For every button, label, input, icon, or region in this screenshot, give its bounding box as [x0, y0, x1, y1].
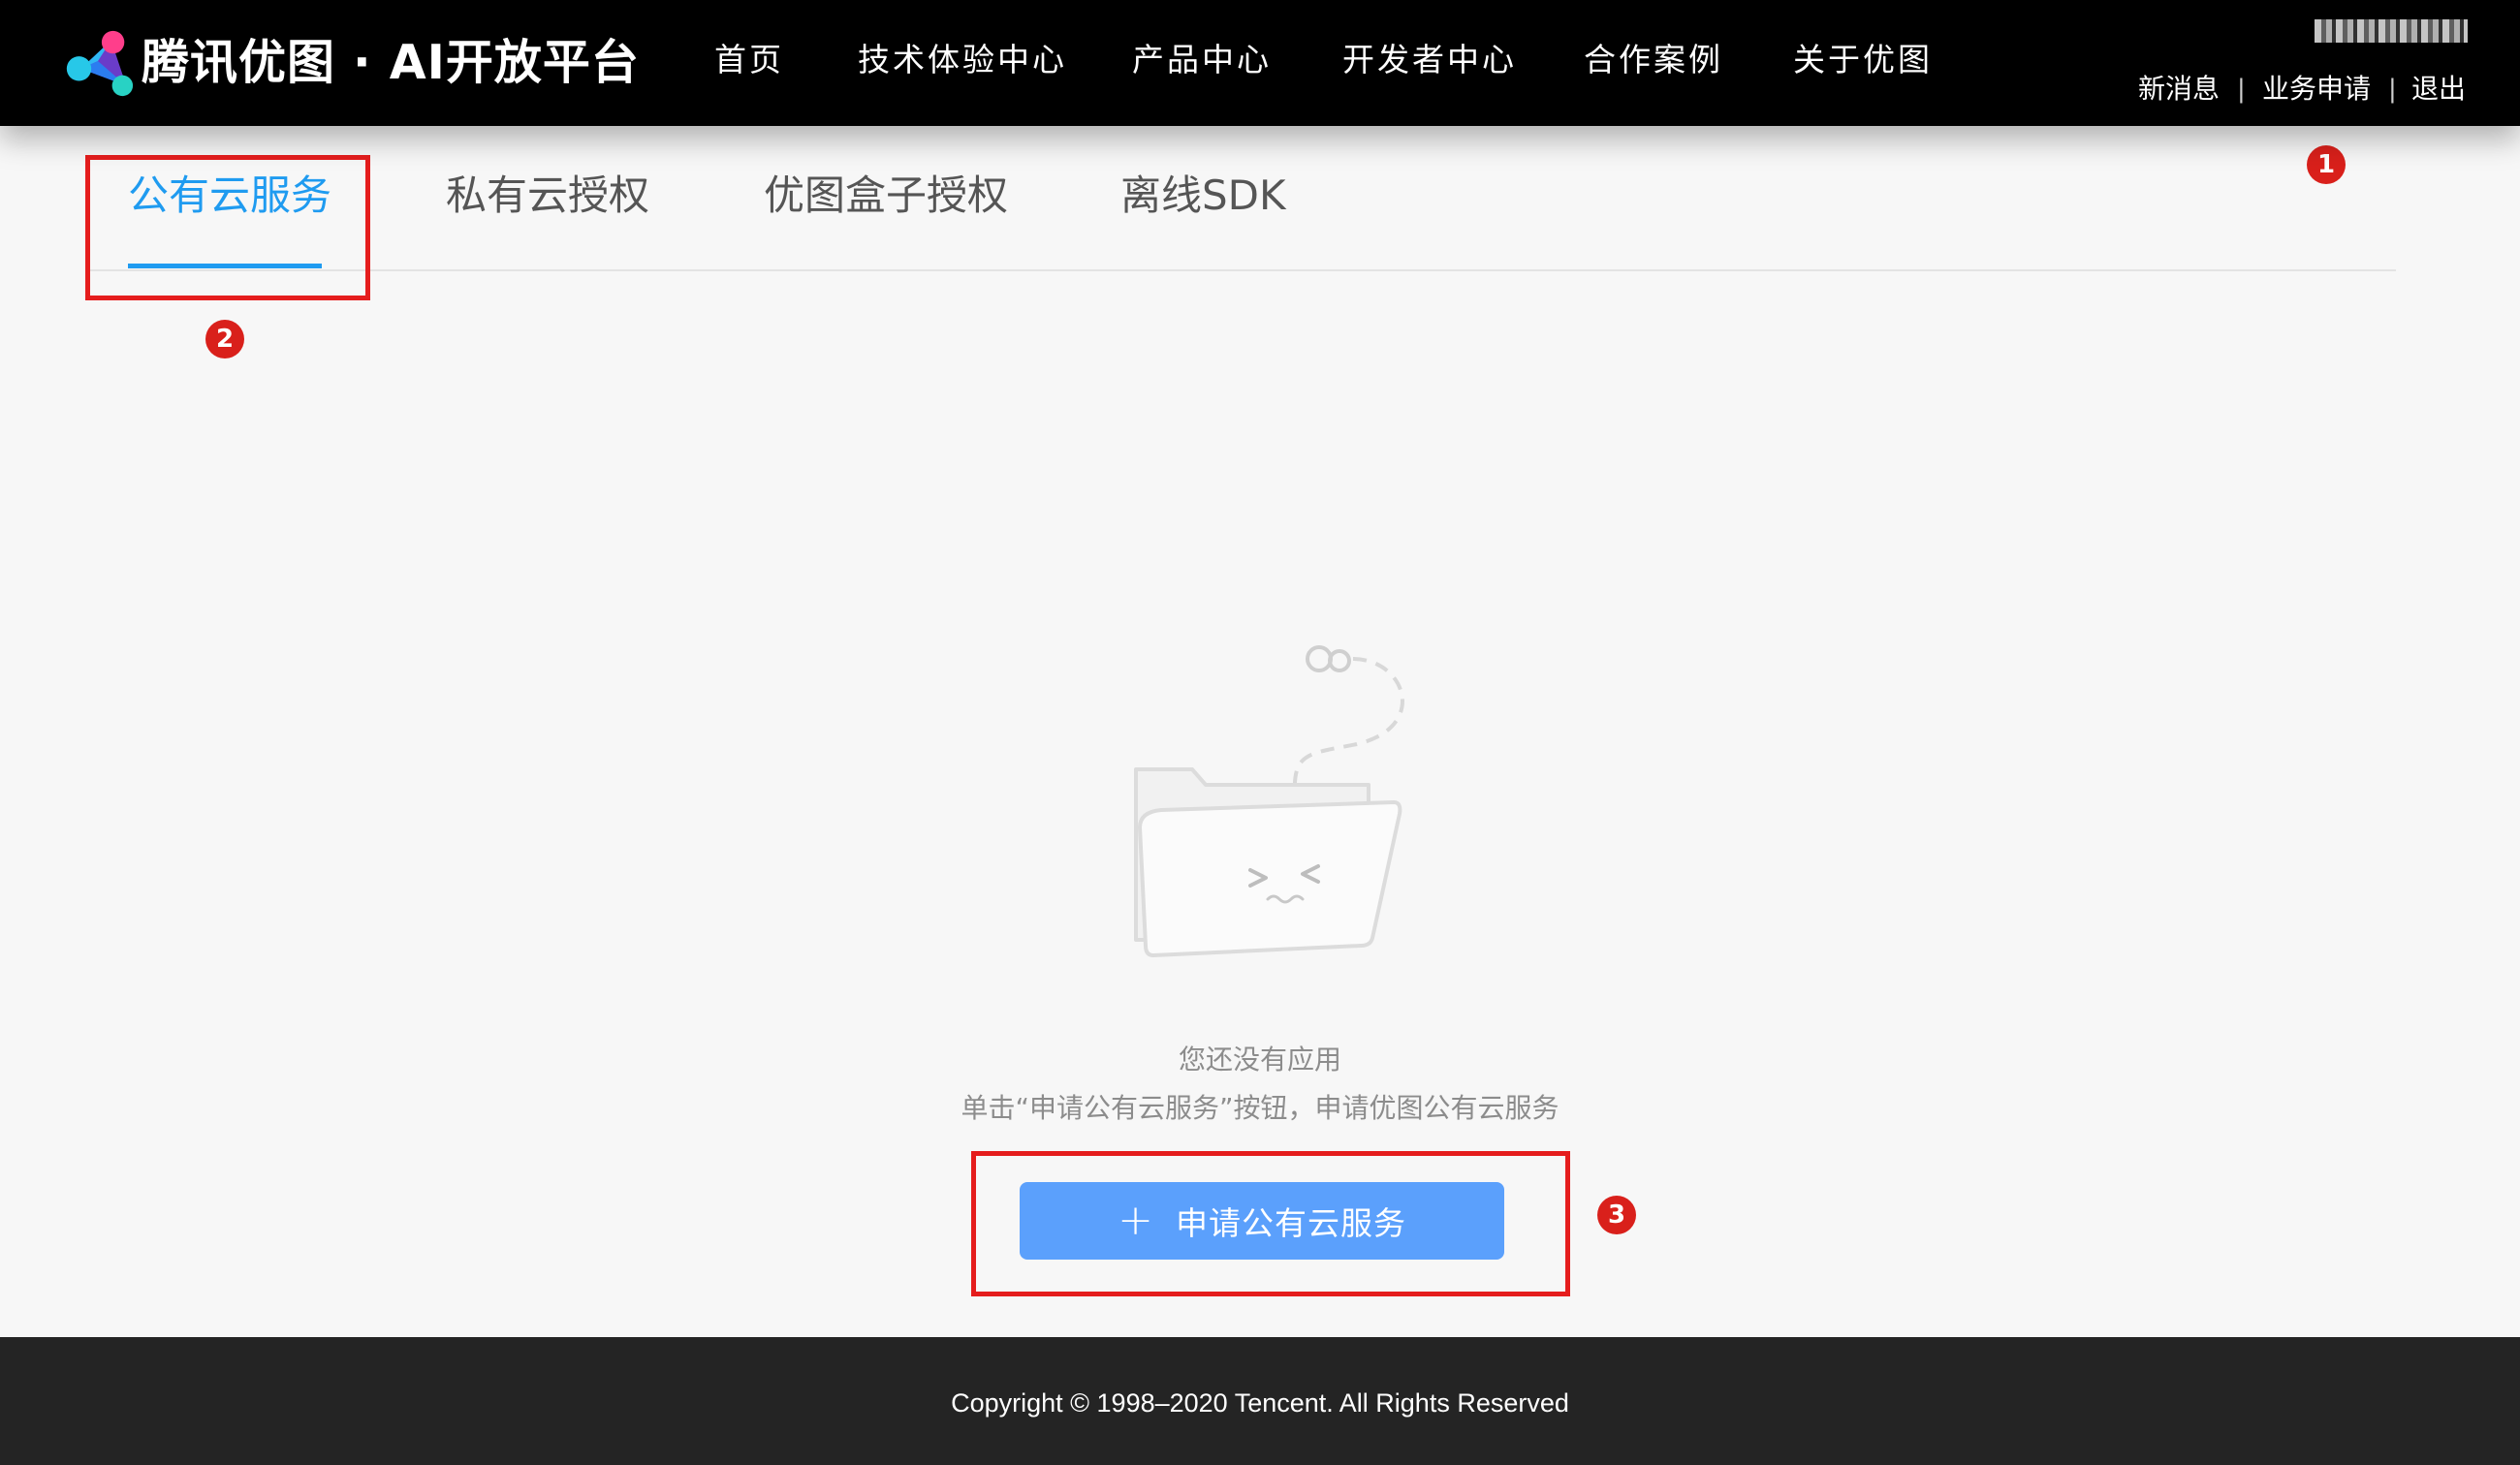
logout-link[interactable]: 退出 — [2411, 72, 2466, 107]
tab-private-cloud[interactable]: 私有云授权 — [446, 169, 649, 223]
annotation-badge-1: 1 — [2307, 145, 2346, 184]
nav-products[interactable]: 产品中心 — [1132, 39, 1272, 81]
youtu-logo-icon[interactable] — [60, 25, 136, 101]
tabs-divider — [85, 269, 2396, 271]
annotation-badge-3: 3 — [1597, 1196, 1636, 1234]
top-navigation-bar: 腾讯优图 · AI开放平台 首页 技术体验中心 产品中心 开发者中心 合作案例 … — [0, 0, 2520, 126]
nav-home[interactable]: 首页 — [714, 39, 784, 81]
blurred-user-id — [2315, 19, 2468, 43]
business-apply-link[interactable]: 业务申请 — [2262, 72, 2371, 107]
annotation-box-2 — [85, 155, 370, 300]
nav-cases[interactable]: 合作案例 — [1584, 39, 1723, 81]
footer: Copyright © 1998–2020 Tencent. All Right… — [0, 1337, 2520, 1465]
empty-state-hint: 单击“申请公有云服务”按钮，申请优图公有云服务 — [961, 1092, 1559, 1124]
empty-folder-icon — [1134, 645, 1404, 957]
separator: | — [2388, 75, 2397, 104]
empty-state-title: 您还没有应用 — [1178, 1044, 1341, 1075]
tab-youtu-box[interactable]: 优图盒子授权 — [764, 169, 1008, 223]
brand-title[interactable]: 腾讯优图 · AI开放平台 — [142, 33, 640, 93]
tab-offline-sdk[interactable]: 离线SDK — [1120, 169, 1286, 223]
nav-tech-experience[interactable]: 技术体验中心 — [858, 39, 1067, 81]
nav-about[interactable]: 关于优图 — [1793, 39, 1933, 81]
annotation-box-3 — [971, 1151, 1570, 1296]
new-messages-link[interactable]: 新消息 — [2138, 72, 2220, 107]
copyright-text: Copyright © 1998–2020 Tencent. All Right… — [951, 1388, 1569, 1418]
nav-developer[interactable]: 开发者中心 — [1342, 39, 1517, 81]
annotation-badge-2: 2 — [205, 320, 244, 358]
separator: | — [2237, 75, 2246, 104]
